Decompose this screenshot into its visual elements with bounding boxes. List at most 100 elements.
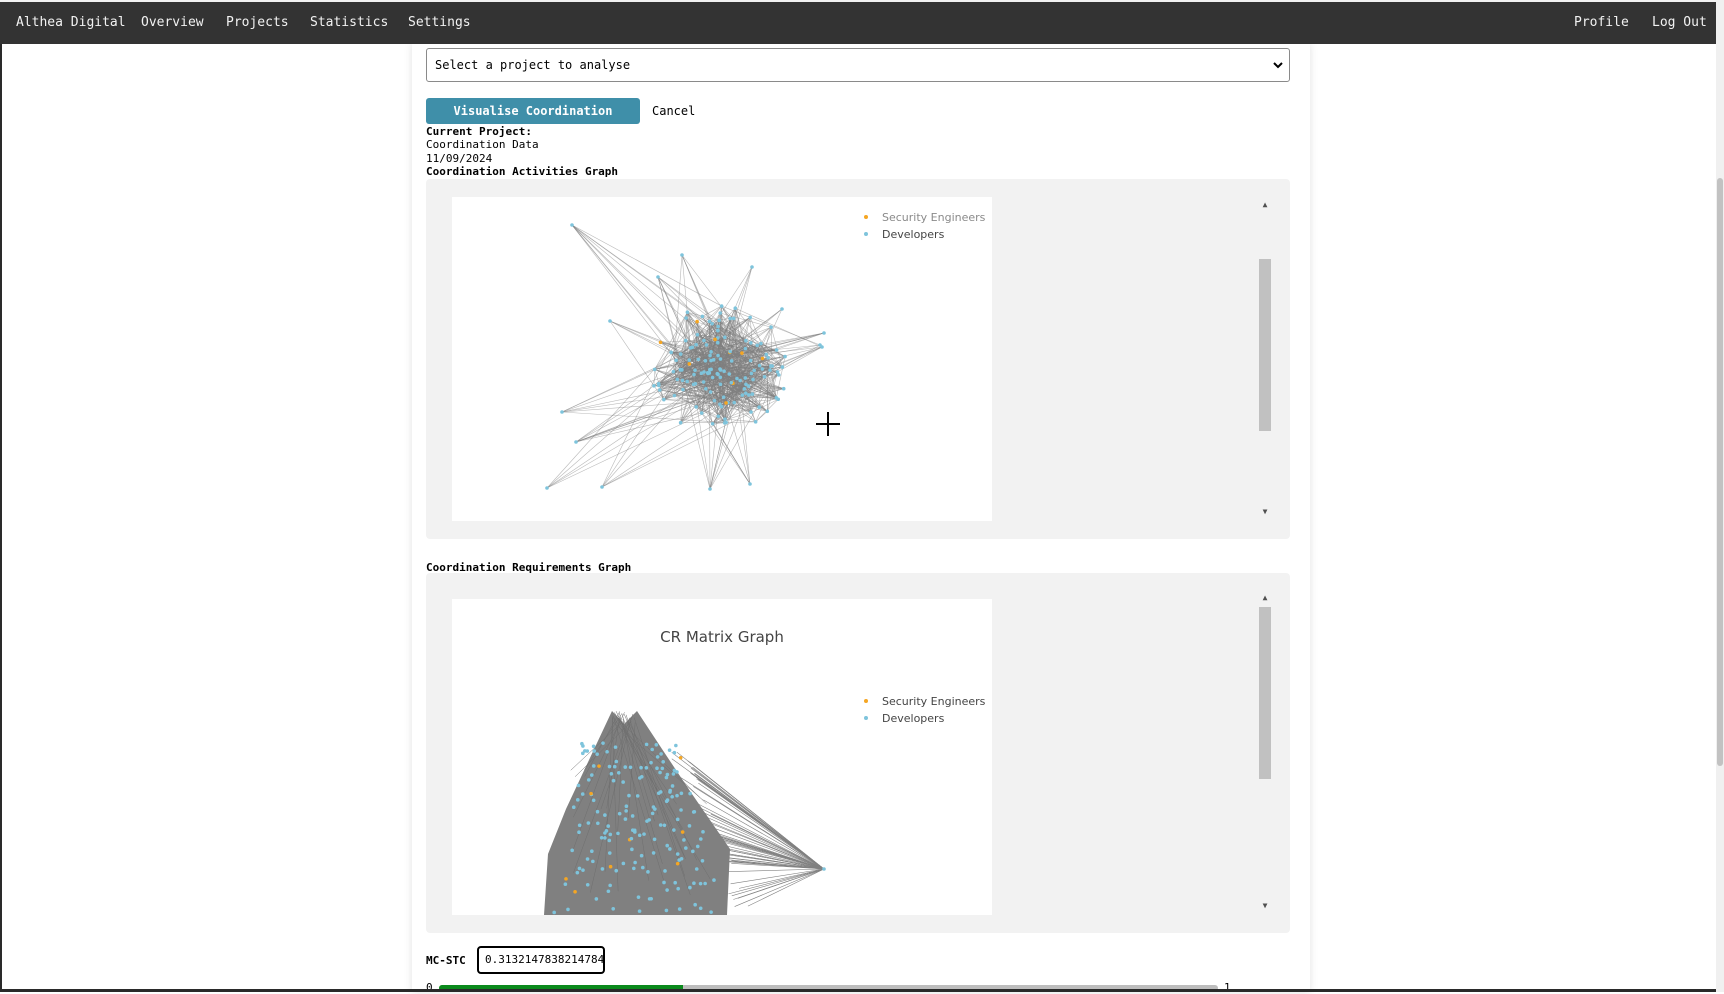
network-node bbox=[655, 766, 659, 770]
panel-scroll-down-icon[interactable]: ▼ bbox=[1259, 900, 1271, 912]
network-node bbox=[679, 756, 683, 760]
network-node bbox=[751, 378, 755, 382]
current-project-label: Current Project: bbox=[426, 125, 532, 138]
chevron-down-icon[interactable] bbox=[1272, 56, 1286, 74]
network-node bbox=[717, 319, 721, 323]
network-node bbox=[577, 784, 581, 788]
network-node bbox=[675, 794, 679, 798]
crosshair-cursor-icon bbox=[816, 412, 840, 436]
network-node bbox=[754, 420, 758, 424]
network-node bbox=[639, 766, 643, 770]
network-node bbox=[679, 368, 683, 372]
network-node bbox=[601, 741, 605, 745]
network-edge bbox=[728, 869, 824, 894]
legend-security-engineers[interactable]: Security Engineers bbox=[882, 211, 986, 224]
network-node bbox=[716, 325, 720, 329]
network-node bbox=[570, 223, 574, 227]
network-node bbox=[624, 817, 628, 821]
nav-profile[interactable]: Profile bbox=[1560, 2, 1643, 44]
requirements-panel-scroll-thumb[interactable] bbox=[1259, 607, 1271, 779]
legend-security-engineers[interactable]: Security Engineers bbox=[882, 695, 986, 708]
nav-logout[interactable]: Log Out bbox=[1638, 2, 1721, 44]
project-select[interactable]: Select a project to analyse bbox=[426, 48, 1290, 82]
network-node bbox=[702, 339, 706, 343]
network-node bbox=[638, 776, 642, 780]
activities-legend[interactable]: Security Engineers Developers bbox=[864, 211, 986, 241]
network-node bbox=[691, 345, 695, 349]
nav-statistics[interactable]: Statistics bbox=[296, 2, 402, 44]
window-scrollbar-thumb[interactable] bbox=[1717, 178, 1723, 766]
network-node bbox=[730, 381, 734, 385]
project-select-value: Select a project to analyse bbox=[435, 58, 630, 72]
network-node bbox=[700, 371, 704, 375]
network-node bbox=[716, 329, 720, 333]
brand-link[interactable]: Althea Digital bbox=[2, 2, 140, 44]
progress-min-label: 0 bbox=[426, 981, 433, 994]
network-node bbox=[659, 823, 663, 827]
visualise-button[interactable]: Visualise Coordination Patterns bbox=[426, 98, 640, 124]
network-node bbox=[650, 748, 654, 752]
panel-scroll-down-icon[interactable]: ▼ bbox=[1259, 506, 1271, 518]
network-edge bbox=[756, 411, 768, 421]
network-node bbox=[675, 770, 679, 774]
requirements-legend[interactable]: Security Engineers Developers bbox=[864, 695, 986, 725]
network-node bbox=[679, 808, 683, 812]
legend-marker-security bbox=[864, 215, 868, 219]
mcstc-label: MC-STC bbox=[426, 954, 466, 968]
network-node bbox=[601, 867, 605, 871]
nav-settings[interactable]: Settings bbox=[394, 2, 485, 44]
network-node bbox=[744, 347, 748, 351]
network-node bbox=[665, 799, 669, 803]
network-node bbox=[769, 325, 773, 329]
network-edge bbox=[572, 225, 706, 389]
network-node bbox=[658, 771, 662, 775]
network-node bbox=[611, 907, 615, 911]
mcstc-value-field[interactable]: 0.3132147838214784 bbox=[477, 946, 605, 974]
legend-developers[interactable]: Developers bbox=[882, 712, 945, 725]
network-node bbox=[718, 311, 722, 315]
network-node bbox=[747, 393, 751, 397]
network-node bbox=[662, 398, 666, 402]
panel-scroll-up-icon[interactable]: ▲ bbox=[1259, 592, 1271, 604]
network-node bbox=[631, 828, 635, 832]
nav-overview[interactable]: Overview bbox=[127, 2, 218, 44]
network-node bbox=[694, 405, 698, 409]
network-node bbox=[665, 909, 669, 913]
activities-graph-plot[interactable]: Security Engineers Developers bbox=[452, 197, 992, 521]
network-node bbox=[680, 253, 684, 257]
network-edge bbox=[576, 413, 702, 442]
network-node bbox=[765, 410, 769, 414]
network-node bbox=[713, 338, 717, 342]
network-node bbox=[615, 760, 619, 764]
network-node bbox=[713, 399, 717, 403]
network-node bbox=[674, 359, 678, 363]
network-node bbox=[668, 748, 672, 752]
network-node bbox=[653, 837, 657, 841]
network-node bbox=[695, 320, 699, 324]
network-node bbox=[763, 375, 767, 379]
legend-marker-developers bbox=[864, 716, 868, 720]
network-node bbox=[684, 339, 688, 343]
nav-projects[interactable]: Projects bbox=[212, 2, 303, 44]
requirements-graph-plot[interactable]: CR Matrix Graph Security Engineers Devel… bbox=[452, 599, 992, 915]
network-node bbox=[704, 387, 708, 391]
network-node bbox=[722, 395, 726, 399]
cancel-button[interactable]: Cancel bbox=[652, 98, 695, 124]
network-node bbox=[676, 887, 680, 891]
network-node bbox=[672, 370, 676, 374]
network-node bbox=[679, 352, 683, 356]
network-node bbox=[658, 388, 662, 392]
network-node bbox=[560, 410, 564, 414]
network-node bbox=[777, 373, 781, 377]
legend-developers[interactable]: Developers bbox=[882, 228, 945, 241]
panel-scroll-up-icon[interactable]: ▲ bbox=[1259, 199, 1271, 211]
network-node bbox=[780, 307, 784, 311]
network-node bbox=[603, 836, 607, 840]
network-node bbox=[749, 359, 753, 363]
network-node bbox=[768, 368, 772, 372]
network-node bbox=[724, 401, 728, 405]
activities-graph-heading: Coordination Activities Graph bbox=[426, 165, 618, 178]
network-node bbox=[627, 794, 631, 798]
network-node bbox=[699, 837, 703, 841]
activities-panel-scroll-thumb[interactable] bbox=[1259, 259, 1271, 431]
